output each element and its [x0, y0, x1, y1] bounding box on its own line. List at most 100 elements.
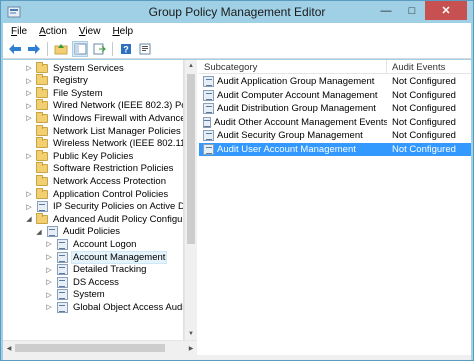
status-bar [3, 355, 471, 360]
expand-icon[interactable] [25, 163, 33, 175]
scroll-thumb[interactable] [15, 344, 165, 352]
scroll-left-icon[interactable]: ◀ [3, 342, 15, 354]
policy-icon [56, 251, 68, 263]
expand-icon[interactable]: ▷ [45, 264, 53, 276]
list-item[interactable]: Audit Computer Account Management Not Con… [199, 89, 471, 102]
tree-item[interactable]: ▷ Account Management [45, 250, 168, 264]
tree-item[interactable]: ▷ Detailed Tracking [45, 264, 148, 276]
main-content: ▷ System Services ▷ Registry ▷ File System ▷ Wi… [3, 60, 471, 355]
tree-item[interactable]: ▷ System [45, 289, 107, 301]
show-hide-tree-icon[interactable] [72, 40, 88, 57]
expand-icon[interactable]: ◢ [25, 213, 33, 225]
back-arrow-icon[interactable] [7, 41, 23, 57]
audit-events-cell: Not Configured [392, 143, 456, 155]
folder-icon [36, 111, 48, 124]
folder-icon [36, 124, 48, 137]
expand-icon[interactable] [25, 175, 33, 187]
tree-item-label: Wireless Network (IEEE 802.11) Poli [53, 138, 183, 150]
list-pane: Subcategory Audit Events Audit Applicati… [199, 60, 471, 355]
policy-icon [56, 276, 68, 288]
tree-item-label: Audit Policies [63, 226, 121, 238]
audit-events-cell: Not Configured [392, 130, 456, 141]
tree-item[interactable]: ▷ Wired Network (IEEE 802.3) Policies [25, 99, 183, 112]
forward-arrow-icon[interactable] [26, 41, 42, 57]
expand-icon[interactable]: ▷ [45, 238, 53, 250]
app-window: Group Policy Management Editor — □ ✕ Fil… [0, 0, 474, 361]
menu-file[interactable]: File [5, 26, 33, 37]
folder-icon [36, 74, 48, 86]
expand-icon[interactable]: ▷ [25, 188, 33, 200]
folder-icon [36, 162, 48, 174]
tree-item[interactable]: ▷ Application Control Policies [25, 187, 170, 200]
list-item[interactable]: Audit Security Group Management Not Confi… [199, 129, 471, 142]
expand-icon[interactable]: ▷ [45, 276, 53, 288]
toolbar-separator [112, 41, 113, 56]
audit-policy-icon [203, 116, 211, 128]
title-bar[interactable]: Group Policy Management Editor — □ ✕ [1, 1, 473, 23]
expand-icon[interactable] [25, 125, 33, 137]
tree-item[interactable]: ◢ Audit Policies [35, 226, 122, 238]
tree-item[interactable]: ▷ IP Security Policies on Active Direct [25, 201, 183, 213]
expand-icon[interactable] [25, 138, 33, 150]
shield-policy-icon [36, 201, 48, 213]
column-header-subcategory[interactable]: Subcategory [199, 60, 387, 74]
expand-icon[interactable]: ▷ [45, 251, 53, 263]
subcategory-cell: Audit User Account Management [199, 143, 387, 155]
list-item[interactable]: Audit Distribution Group Management Not C… [199, 102, 471, 115]
column-header-audit-events[interactable]: Audit Events [387, 60, 471, 74]
help-icon[interactable]: ? [118, 41, 134, 57]
tree-item-label: Public Key Policies [53, 150, 134, 162]
tree-item[interactable]: Network Access Protection [25, 174, 168, 187]
menu-action[interactable]: Action [33, 26, 73, 37]
scroll-up-icon[interactable]: ▲ [185, 60, 197, 72]
folder-icon [36, 61, 48, 74]
tree-item[interactable]: ▷ Account Logon [45, 238, 138, 250]
scroll-down-icon[interactable]: ▼ [185, 328, 197, 340]
up-folder-icon[interactable] [53, 41, 69, 57]
tree-item[interactable]: ▷ Public Key Policies [25, 149, 135, 162]
policy-icon [56, 238, 68, 250]
tree-item-label: File System [53, 87, 103, 99]
expand-icon[interactable]: ▷ [25, 100, 33, 112]
menu-help[interactable]: Help [106, 26, 139, 37]
tree-horizontal-scrollbar[interactable]: ◀ ▶ [3, 340, 197, 355]
list-item[interactable]: Audit Application Group Management Not Co… [199, 75, 471, 88]
scroll-thumb[interactable] [187, 74, 195, 244]
tree-item[interactable]: ◢ Advanced Audit Policy Configurati [25, 212, 183, 225]
expand-icon[interactable]: ▷ [45, 289, 53, 301]
tree-item[interactable]: ▷ System Services [25, 61, 126, 74]
svg-text:?: ? [123, 44, 129, 54]
tree-item[interactable]: ▷ Windows Firewall with Advanced S [25, 111, 183, 124]
expand-icon[interactable]: ▷ [25, 201, 33, 213]
tree-item[interactable]: Wireless Network (IEEE 802.11) Poli [25, 137, 183, 150]
maximize-icon[interactable]: □ [399, 1, 425, 20]
tree-item[interactable]: Software Restriction Policies [25, 162, 175, 175]
tree-pane[interactable]: ▷ System Services ▷ Registry ▷ File System ▷ Wi… [3, 60, 184, 340]
tree-item-label: Network Access Protection [53, 175, 166, 187]
expand-icon[interactable]: ▷ [25, 87, 33, 99]
list-item[interactable]: Audit User Account Management Not Configu… [199, 142, 471, 156]
export-list-icon[interactable] [91, 41, 107, 57]
expand-icon[interactable]: ▷ [25, 75, 33, 87]
list-item[interactable]: Audit Other Account Management Events Not… [199, 116, 471, 129]
expand-icon[interactable]: ▷ [25, 62, 33, 74]
properties-icon[interactable] [137, 41, 153, 57]
close-icon[interactable]: ✕ [425, 1, 467, 20]
collapse-icon[interactable]: ◢ [35, 226, 43, 238]
folder-icon [36, 187, 48, 200]
expand-icon[interactable]: ▷ [25, 150, 33, 162]
tree-item[interactable]: ▷ Global Object Access Audit [45, 301, 183, 313]
tree-item-label: Software Restriction Policies [53, 163, 174, 175]
tree-vertical-scrollbar[interactable]: ▲ ▼ [184, 60, 197, 340]
audit-events-cell: Not Configured [392, 103, 456, 114]
tree-item-label: Network List Manager Policies [53, 125, 181, 137]
tree-item[interactable]: ▷ Registry [25, 74, 90, 87]
scroll-right-icon[interactable]: ▶ [185, 342, 197, 354]
minimize-icon[interactable]: — [373, 1, 399, 20]
expand-icon[interactable]: ▷ [25, 112, 33, 124]
expand-icon[interactable]: ▷ [45, 301, 53, 313]
tree-item[interactable]: Network List Manager Policies [25, 124, 183, 137]
tree-item[interactable]: ▷ DS Access [45, 276, 121, 288]
tree-item[interactable]: ▷ File System [25, 86, 105, 99]
menu-view[interactable]: View [73, 26, 107, 37]
